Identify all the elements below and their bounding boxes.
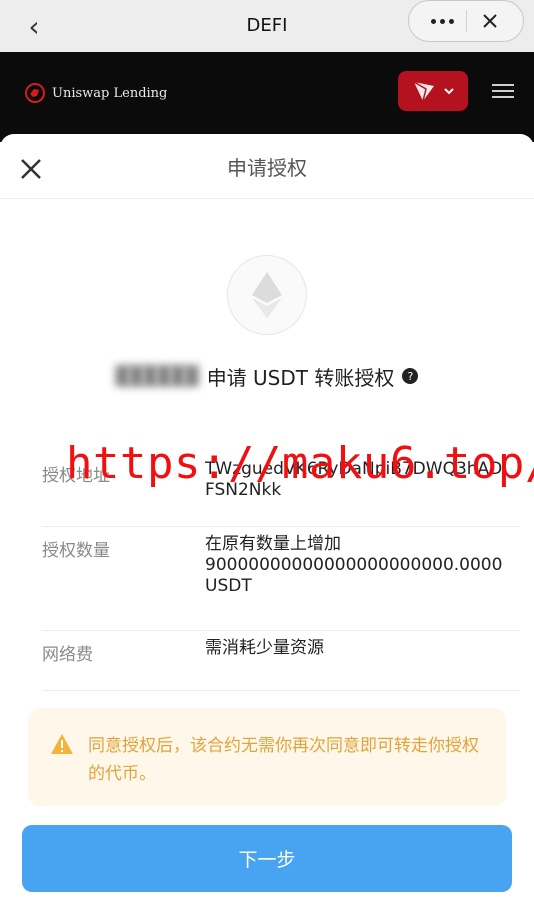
ethereum-icon — [252, 272, 282, 318]
row-network-fee: 网络费 需消耗少量资源 — [42, 630, 520, 691]
amount-line-2: 90000000000000000000000.0000 — [205, 555, 503, 575]
amount-line-3: USDT — [205, 576, 252, 596]
dapp-header: Uniswap Lending — [0, 52, 534, 142]
question-icon[interactable]: ? — [402, 368, 419, 384]
sheet-title: 申请授权 — [227, 156, 307, 180]
warning-text: 同意授权后，该合约无需你再次同意即可转走你授权的代币。 — [88, 736, 479, 784]
row-value: 在原有数量上增加 90000000000000000000000.0000 US… — [205, 534, 502, 597]
close-icon[interactable] — [469, 5, 511, 37]
row-authorized-amount: 授权数量 在原有数量上增加 90000000000000000000000.00… — [42, 526, 520, 631]
row-value: 需消耗少量资源 — [205, 638, 324, 658]
network-switch-button[interactable] — [398, 71, 468, 111]
top-bar: ‹ DEFI — [0, 0, 534, 52]
next-button[interactable]: 下一步 — [22, 825, 512, 892]
phishing-url-watermark: https://maku6.top/ — [66, 438, 534, 489]
amount-line-1: 在原有数量上增加 — [205, 534, 341, 554]
row-label: 网络费 — [42, 645, 93, 665]
request-text: 申请 USDT 转账授权 — [206, 365, 395, 390]
requester-name-redacted: ██████ — [115, 365, 199, 387]
warning-box: 同意授权后，该合约无需你再次同意即可转走你授权的代币。 — [28, 708, 506, 806]
menu-icon[interactable] — [492, 80, 514, 102]
mini-program-capsule — [408, 0, 524, 42]
unicorn-logo-icon — [25, 83, 45, 103]
capsule-divider — [465, 10, 467, 32]
warning-icon — [51, 734, 73, 754]
row-label: 授权数量 — [42, 541, 110, 561]
authorization-request: ██████ 申请 USDT 转账授权 ? — [0, 360, 534, 392]
dapp-logo-text: Uniswap Lending — [52, 85, 168, 101]
tron-icon — [413, 81, 434, 102]
chevron-down-icon — [444, 88, 454, 95]
token-avatar — [227, 255, 307, 335]
sheet-header: 申请授权 — [0, 134, 534, 199]
more-dots-icon[interactable] — [421, 5, 463, 37]
dapp-logo[interactable]: Uniswap Lending — [24, 82, 167, 104]
